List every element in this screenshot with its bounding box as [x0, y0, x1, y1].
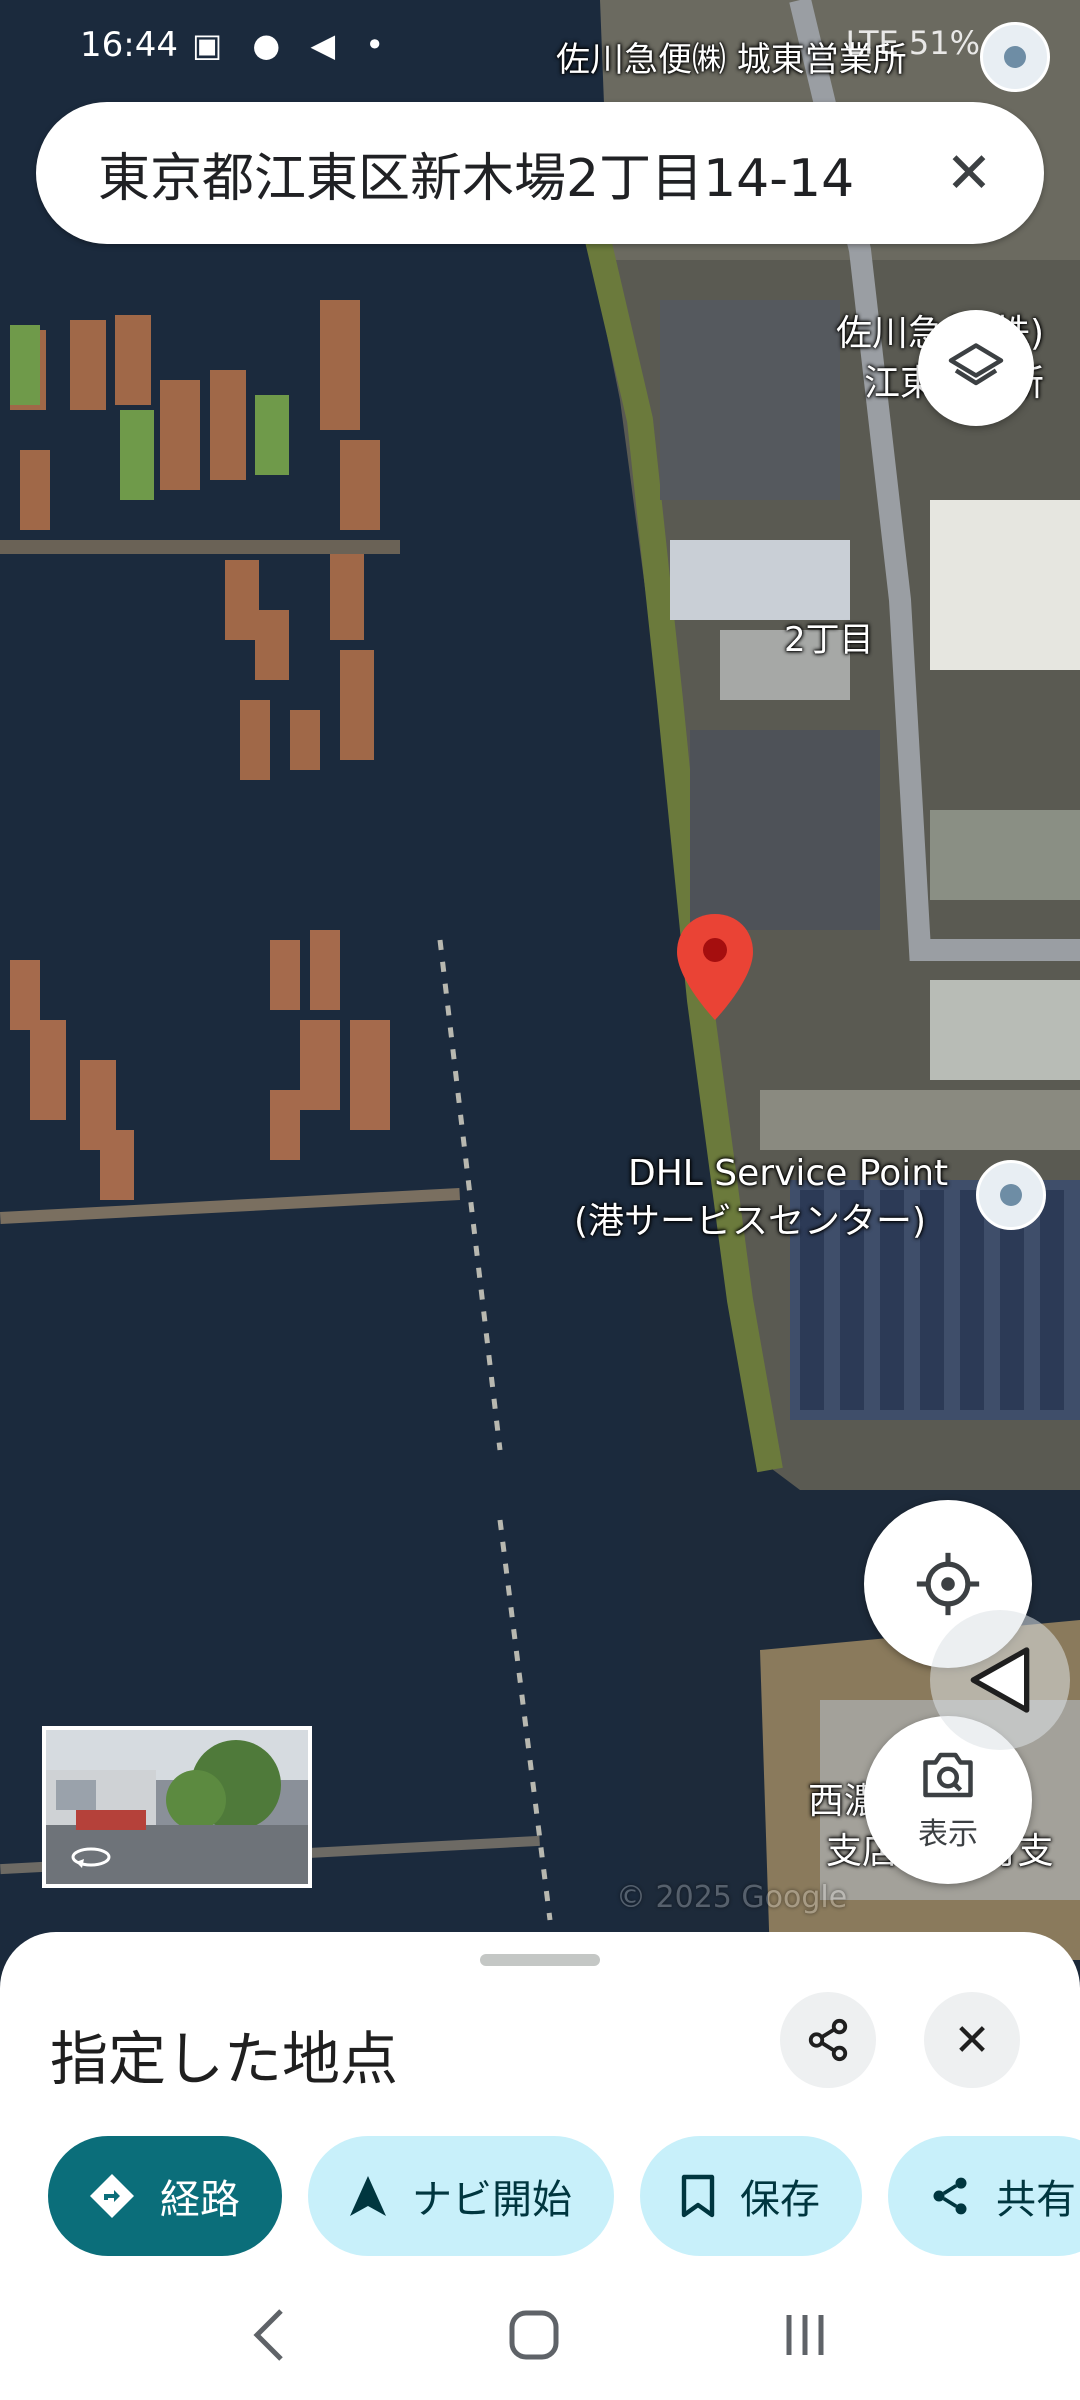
notification-icons: ▣ ● ◀ • [191, 26, 395, 64]
share-icon [933, 2177, 967, 2215]
layers-button[interactable] [918, 310, 1034, 426]
share-icon [808, 2018, 848, 2062]
share-chip-button[interactable]: 共有 [888, 2136, 1080, 2256]
directions-button[interactable]: 経路 [48, 2136, 282, 2256]
my-location-icon [916, 1552, 980, 1616]
system-nav-bar [0, 2270, 1080, 2400]
satellite-map[interactable]: 佐川急便㈱ 城東営業所 佐川急便(株) 江東営業所 2丁目 DHL Servic… [0, 0, 1080, 1960]
satellite-imagery [0, 0, 1080, 1960]
navigation-arrow-icon [970, 1647, 1030, 1713]
status-time: 16:44 [80, 25, 178, 65]
recents-icon[interactable] [777, 2307, 833, 2363]
back-icon[interactable] [247, 2305, 291, 2365]
close-button[interactable]: ✕ [924, 1992, 1020, 2088]
directions-icon [90, 2174, 134, 2218]
navigation-icon [350, 2176, 386, 2216]
status-bar: 16:44 ▣ ● ◀ • LTE 51% [0, 0, 1080, 90]
map-label-dhl-2[interactable]: (港サービスセンター) [574, 1200, 926, 1243]
start-navigation-button[interactable]: ナビ開始 [308, 2136, 614, 2256]
directions-label: 経路 [160, 2177, 240, 2223]
map-label-district: 2丁目 [784, 620, 874, 660]
action-chips: 経路 ナビ開始 保存 共有 [48, 2136, 1080, 2256]
save-button[interactable]: 保存 [640, 2136, 862, 2256]
share-button[interactable] [780, 1992, 876, 2088]
street-view-thumbnail[interactable] [42, 1726, 312, 1888]
bookmark-icon [681, 2174, 715, 2218]
place-title: 指定した地点 [50, 2025, 399, 2093]
save-label: 保存 [740, 2177, 820, 2223]
location-pin-icon [677, 914, 753, 1020]
place-marker-icon[interactable] [976, 1160, 1046, 1230]
map-watermark: © 2025 Google [616, 1880, 848, 1915]
rotate-360-icon [71, 1847, 111, 1868]
home-icon[interactable] [506, 2307, 562, 2363]
close-icon: ✕ [953, 2014, 991, 2066]
share-chip-label: 共有 [996, 2177, 1076, 2223]
status-right: LTE 51% [845, 24, 980, 62]
drag-handle[interactable] [480, 1954, 600, 1966]
lens-label: 表示 [918, 1817, 978, 1852]
navigation-arrow-button[interactable] [930, 1610, 1070, 1750]
search-query[interactable]: 東京都江東区新木場2丁目14-14 [98, 136, 934, 211]
search-bar[interactable]: 東京都江東区新木場2丁目14-14 ✕ [36, 102, 1044, 244]
close-icon[interactable]: ✕ [934, 141, 1004, 206]
layers-icon [948, 343, 1004, 386]
camera-search-icon [923, 1752, 973, 1798]
start-navigation-label: ナビ開始 [412, 2177, 572, 2223]
map-label-dhl-1[interactable]: DHL Service Point [628, 1152, 948, 1195]
